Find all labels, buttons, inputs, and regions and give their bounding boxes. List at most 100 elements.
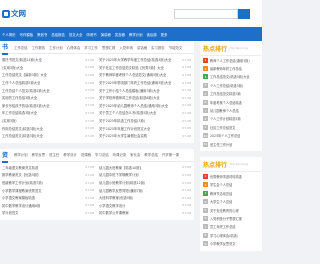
article-title[interactable]: 工作总结范文(精选3篇)大全 (2, 133, 43, 138)
list-item[interactable]: 关于2025年幼儿园教师个人总结(通用3篇)大全 07-08 (99, 102, 191, 110)
list-item[interactable]: 二年级语文教案范文精选 07-08 (2, 164, 94, 172)
section-tab[interactable]: 实习报告 (151, 45, 165, 50)
nav-item[interactable]: 写作模板 (20, 32, 34, 37)
article-title[interactable]: 幼儿园小班教学计划(精选12篇) (99, 180, 145, 185)
ranking-item[interactable]: 8 个人工作计划精选5篇 (200, 115, 262, 123)
article-title[interactable]: 关于社区工作总结范文精选【优秀5篇】大全 (99, 65, 164, 70)
article-title[interactable]: (实用3篇)大全 (2, 65, 23, 70)
list-item[interactable]: 初中数学公开课教案 07-08 (99, 209, 191, 217)
ranking-item[interactable]: 6 入党积极分子思想汇报 (200, 214, 262, 222)
search-input[interactable] (174, 8, 238, 19)
ranking-item[interactable]: 3 教师节活动总结 (200, 189, 262, 197)
section-tab[interactable]: 班主任 (49, 152, 59, 157)
article-title[interactable]: 关于员工个人总结怎么写(精选5篇)大全 (99, 110, 156, 115)
section-tab[interactable]: 讲话稿 (137, 45, 147, 50)
article-title[interactable]: 小学数学课程教案优秀范文 (2, 188, 42, 193)
article-title[interactable]: 家长写给孩子的话(精选5篇)大全 (2, 103, 50, 108)
ranking-item[interactable]: 11 班主任工作计划 (200, 140, 262, 148)
list-item[interactable]: 幼儿园中班下学期教学计划 07-08 (99, 171, 191, 179)
list-item[interactable]: 班级教学工作计划(精选7篇) 07-08 (2, 179, 94, 187)
article-title[interactable]: 关于工作小结个人总结模板(通用3篇)大全 (99, 88, 160, 93)
ranking-item-title[interactable]: 社区工作总结范文 (210, 125, 236, 130)
ranking-item-title[interactable]: 教师节活动总结 (210, 191, 232, 196)
article-title[interactable]: 工作总结范文【最新3篇】大全 (2, 72, 47, 77)
list-item[interactable]: 小学语文教案模板精选 07-08 (2, 194, 94, 202)
ranking-item[interactable]: 9 小学教学反思范文 (200, 239, 262, 247)
nav-item[interactable]: 演讲稿 (101, 32, 111, 37)
ranking-item-title[interactable]: 学生会个人总结 (210, 182, 232, 187)
ranking-item-title[interactable]: 关于安全教育的心得 (210, 208, 239, 213)
list-item[interactable]: 幼儿园小班教学计划(精选12篇) 07-08 (99, 179, 191, 187)
list-item[interactable]: (实用3篇) 07-08 (2, 117, 94, 125)
ranking-item[interactable]: 4 个人工作总结(精选3篇) (200, 81, 262, 89)
ranking-item-title[interactable]: 小学教学反思范文 (210, 241, 236, 246)
nav-item[interactable]: 读后感 (147, 32, 157, 37)
article-title[interactable]: 关于2025年精选工作总结(3篇) (99, 118, 145, 123)
list-item[interactable]: 小学数学课程教案优秀范文 07-08 (2, 186, 94, 194)
ranking-item-title[interactable]: 个人工作计划精选5篇 (210, 116, 241, 121)
ranking-item[interactable]: 2 最新教师年终工作总结 (200, 64, 262, 72)
list-item[interactable]: 幼儿园教学反思简短(通用7篇) 07-08 (99, 186, 191, 194)
list-item[interactable]: 关于学校师德师风工作总结(精选6篇)大全 07-08 (99, 94, 191, 102)
ranking-item-title[interactable]: 个人工作总结(精选3篇) (210, 83, 243, 88)
list-item[interactable]: 作用总结范文(精选3篇)大全 07-08 (2, 124, 94, 132)
article-title[interactable]: 关于2025年大学生暑假社会实践 (99, 133, 147, 138)
section-tab[interactable]: 教学总结 (144, 152, 158, 157)
list-item[interactable]: 数学教案范文【优选5篇】 07-08 (2, 171, 94, 179)
article-title[interactable]: (实用3篇) (2, 118, 17, 123)
section-tab[interactable]: 说课稿 (81, 152, 91, 157)
section-tab[interactable]: 工作总结 (14, 45, 28, 50)
search-button[interactable] (238, 8, 250, 19)
section-tab[interactable]: 教学反思 (32, 152, 46, 157)
article-title[interactable]: 关于2025年幼儿园教师个人总结(通用3篇)大全 (99, 103, 168, 108)
article-title[interactable]: 大班科学教案(优选9篇) (99, 195, 133, 200)
article-title[interactable]: 小学语文教案模板精选 (2, 195, 35, 200)
ranking-item-title[interactable]: 员工年终工作总结 (210, 224, 236, 229)
nav-item[interactable]: 策划书 (37, 32, 47, 37)
section-tab[interactable]: 工作计划 (49, 45, 63, 50)
list-item[interactable]: 大班科学教案(优选9篇) 07-08 (99, 194, 191, 202)
article-title[interactable]: 年工作总结精选3篇大全 (2, 110, 37, 115)
list-item[interactable]: 关于2025年大学生暑假社会实践 07-08 (99, 132, 191, 140)
list-item[interactable]: 学计划范文 07-08 (2, 209, 94, 217)
ranking-item[interactable]: 10 2025年个人工作总结 (200, 132, 262, 140)
section-tab[interactable]: 工作报告 (32, 45, 46, 50)
article-title[interactable]: 实用的工作总结3篇大全 (2, 95, 37, 100)
ranking-item[interactable]: 7 员工年终工作总结 (200, 223, 262, 231)
section-tab[interactable]: 心得体会 (67, 45, 81, 50)
section-tab[interactable]: 学习工作 (84, 45, 98, 50)
list-item[interactable]: 幼儿园大班教案【精选10篇】 07-08 (99, 164, 191, 172)
nav-item[interactable]: 范文大全 (69, 32, 83, 37)
list-item[interactable]: 工作总结个人范文(精选5篇)大全 07-08 (2, 86, 94, 94)
article-title[interactable]: 初中数学教学设计通用6篇 (2, 203, 40, 208)
article-title[interactable]: 关于学校师德师风工作总结(精选6篇)大全 (99, 95, 160, 100)
ranking-item-title[interactable]: 班主任工作计划 (210, 142, 232, 147)
list-item[interactable]: 初中数学教学设计通用6篇 07-08 (2, 202, 94, 210)
article-title[interactable]: 小学语文教学设计 (99, 203, 125, 208)
article-title[interactable]: 关于2025年年度工作计划范文大全 (99, 126, 150, 131)
ranking-item[interactable]: 6 年度考核个人总结精选 (200, 98, 262, 106)
list-item[interactable]: 关于2025年年度工作计划范文大全 07-08 (99, 124, 191, 132)
article-title[interactable]: 二年级语文教案范文精选 (2, 165, 38, 170)
list-item[interactable]: 工作总结范文【最新3篇】大全 07-08 (2, 71, 94, 79)
article-title[interactable]: 工作个人总结精选5篇大全 (2, 80, 40, 85)
article-title[interactable]: 关于2025年物流部门年终工作总结(通用3篇)大全 (99, 80, 171, 85)
section-tab[interactable]: 入党申请 (119, 45, 133, 50)
list-item[interactable]: 工作总结范文(精选3篇)大全 07-08 (2, 132, 94, 140)
list-item[interactable]: 委托书范文(精选24篇)大全 07-08 (2, 56, 94, 64)
section-tab[interactable]: 听课记录 (113, 152, 127, 157)
list-item[interactable]: 小学语文教学设计 07-08 (99, 202, 191, 210)
ranking-item-title[interactable]: 大学生个人总结 (210, 199, 232, 204)
article-title[interactable]: 学计划范文 (2, 210, 18, 215)
ranking-item-title[interactable]: 工作总结范文精选3篇 (210, 91, 241, 96)
nav-item[interactable]: 个人简历 (2, 32, 16, 37)
ranking-item-title[interactable]: 教师个人工作总结(通用3篇) (210, 58, 250, 63)
nav-item[interactable]: 教学计划 (129, 32, 143, 37)
list-item[interactable]: 年工作总结精选3篇大全 07-08 (2, 109, 94, 117)
ranking-item[interactable]: 7 幼儿园教师个人总结 (200, 106, 262, 114)
section-tab[interactable]: 思想汇报 (102, 45, 116, 50)
list-item[interactable]: 实用的工作总结3篇大全 07-08 (2, 94, 94, 102)
ranking-item-title[interactable]: 最新教师年终工作总结 (210, 66, 242, 71)
section-tab[interactable]: 教学计划 (14, 152, 28, 157)
ranking-item-title[interactable]: 优秀教师事迹材料精选 (210, 174, 242, 179)
